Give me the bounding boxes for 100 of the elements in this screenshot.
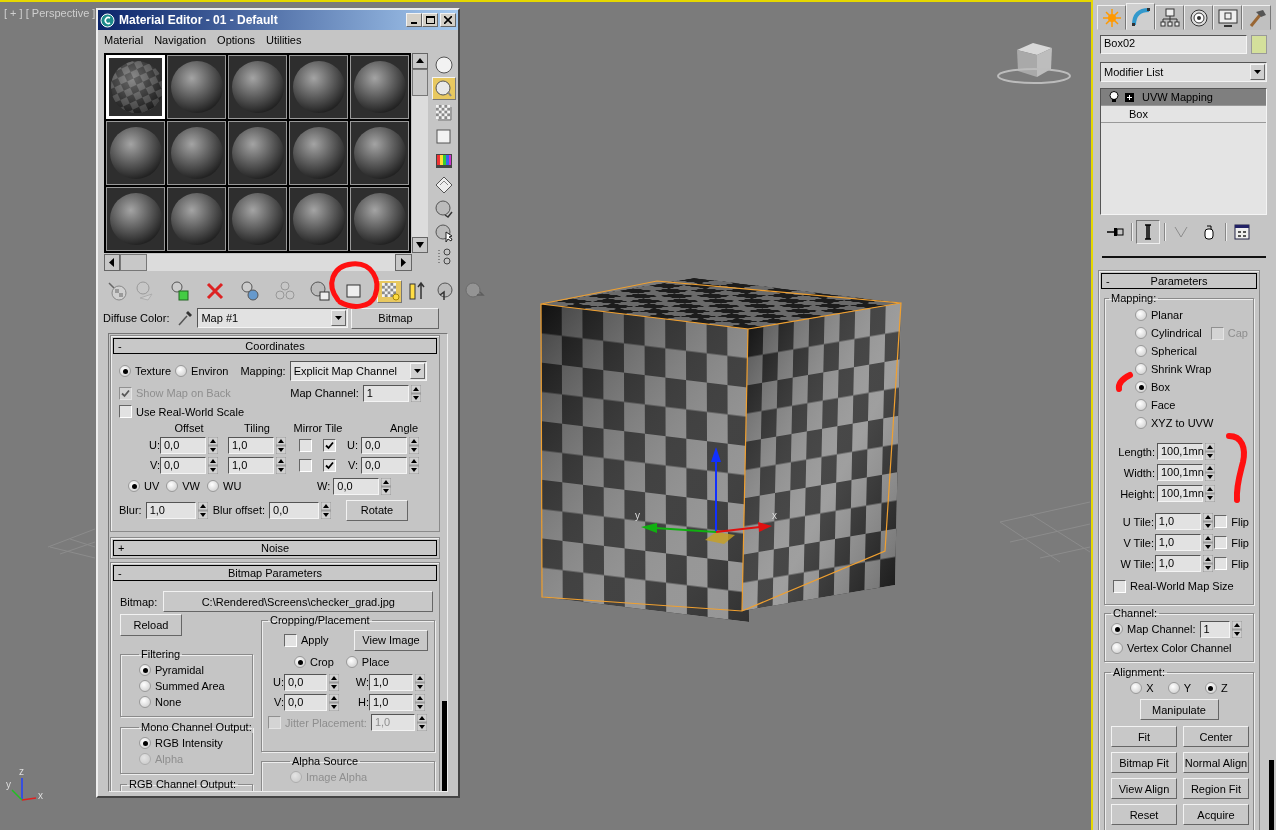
number-field[interactable]: 0,0 (361, 456, 407, 474)
number-field[interactable]: 1 (362, 384, 409, 402)
radio-button[interactable] (166, 480, 179, 492)
map-dropdown[interactable]: Map #1 (197, 308, 349, 328)
bitmap-path-button[interactable]: C:\Rendered\Screens\checker_grad.jpg (163, 591, 434, 612)
minimize-button[interactable] (406, 13, 422, 27)
spinner-button[interactable] (409, 436, 419, 454)
spinner-button[interactable] (329, 693, 339, 711)
number-field[interactable]: 1,0 (145, 501, 196, 519)
number-field[interactable]: 0,0 (160, 436, 206, 454)
rollout-header[interactable]: - Coordinates (113, 338, 437, 354)
number-field[interactable]: 1,0 (1154, 534, 1201, 551)
checkbox[interactable] (323, 458, 336, 472)
monitor-icon[interactable] (1213, 5, 1242, 30)
checkbox[interactable] (1214, 515, 1228, 528)
radio-button[interactable] (345, 656, 358, 668)
radio-button[interactable] (1135, 327, 1147, 339)
radio-button[interactable] (1167, 682, 1180, 694)
spinner-button[interactable] (409, 456, 419, 474)
spinner-button[interactable] (416, 714, 427, 731)
radio-button[interactable] (1111, 623, 1123, 635)
menu-item[interactable]: Options (217, 33, 256, 46)
spinner-button[interactable] (415, 673, 425, 691)
checker-icon[interactable] (377, 279, 402, 303)
alignment-button[interactable]: Normal Align (1183, 752, 1249, 773)
alignment-button[interactable]: Center (1183, 726, 1249, 747)
map-type-button[interactable]: Bitmap (351, 307, 440, 329)
spinner-button[interactable] (1202, 555, 1213, 572)
spinner-button[interactable] (1202, 534, 1213, 551)
rollout-header[interactable]: + Noise (113, 540, 437, 556)
radio-button[interactable] (139, 680, 151, 692)
scrollbar[interactable] (1269, 760, 1274, 830)
number-field[interactable]: 100,1mn (1157, 464, 1203, 481)
spinner-button[interactable] (208, 456, 218, 474)
number-field[interactable]: 1,0 (1154, 513, 1201, 530)
modifier-stack-item[interactable]: Box (1101, 106, 1266, 123)
menu-item[interactable]: Material (104, 33, 144, 46)
sphere-icon[interactable] (432, 53, 456, 76)
hierarchy-icon[interactable] (1155, 5, 1184, 30)
radio-button[interactable] (1135, 399, 1147, 411)
checkbox[interactable] (323, 438, 336, 452)
radio-button[interactable] (139, 664, 151, 676)
number-field[interactable]: 0,0 (361, 436, 407, 454)
expand-icon[interactable] (1125, 92, 1134, 102)
spinner-button[interactable] (1205, 464, 1215, 481)
hammer-icon[interactable] (1242, 5, 1271, 30)
caret-icon[interactable] (331, 310, 347, 326)
modifier-stack-item[interactable]: UVW Mapping (1101, 89, 1266, 106)
radio-button[interactable] (1135, 381, 1147, 393)
number-field[interactable]: 1 (1199, 620, 1230, 638)
end-result-icon[interactable] (1136, 220, 1160, 244)
number-field[interactable]: 0,0 (284, 673, 327, 691)
alignment-button[interactable]: Fit (1111, 726, 1177, 747)
object-name-field[interactable]: Box02 (1100, 35, 1247, 54)
radio-button[interactable] (128, 480, 140, 492)
checkbox[interactable] (1214, 557, 1228, 570)
checkbox[interactable] (284, 633, 297, 647)
checkbox[interactable] (299, 438, 312, 452)
number-field[interactable]: 1,0 (1154, 555, 1201, 572)
caret-icon[interactable] (1250, 64, 1265, 80)
alignment-button[interactable]: Reset (1111, 804, 1177, 825)
rotate-button[interactable]: Rotate (346, 499, 408, 521)
number-field[interactable]: 0,0 (284, 693, 327, 711)
radio-button[interactable] (294, 656, 306, 668)
spinner-button[interactable] (321, 501, 331, 519)
spinner-button[interactable] (1231, 620, 1242, 638)
spinner-button[interactable] (1205, 443, 1215, 460)
radio-button[interactable] (1135, 345, 1147, 357)
rollout-header[interactable]: - Bitmap Parameters (113, 565, 437, 581)
light-bulb-icon[interactable] (1109, 91, 1119, 103)
color-swatch[interactable] (1251, 35, 1267, 54)
alignment-button[interactable]: Bitmap Fit (1111, 752, 1177, 773)
modifier-list-dropdown[interactable]: Modifier List (1100, 62, 1267, 82)
number-field[interactable]: 1,0 (369, 693, 413, 711)
spinner-button[interactable] (381, 477, 392, 495)
number-field[interactable]: 0,0 (269, 501, 319, 519)
radio-button[interactable] (1204, 682, 1217, 694)
number-field[interactable]: 100,1mn (1157, 485, 1203, 502)
view-image-button[interactable]: View Image (354, 629, 428, 651)
spinner-button[interactable] (276, 456, 286, 474)
alignment-button[interactable]: Region Fit (1183, 778, 1249, 799)
sphere-cursor-icon[interactable] (432, 221, 456, 244)
radio-button[interactable] (139, 696, 151, 708)
checkbox[interactable] (119, 405, 132, 418)
number-field[interactable]: 1,0 (228, 436, 274, 454)
number-field[interactable]: 100,1mn (1157, 443, 1203, 460)
menu-item[interactable]: Utilities (266, 33, 302, 46)
reload-button[interactable]: Reload (120, 614, 182, 636)
radio-button[interactable] (1111, 642, 1123, 654)
spinner-button[interactable] (1205, 485, 1215, 502)
menu-item[interactable]: Navigation (154, 33, 207, 46)
radio-button[interactable] (1135, 309, 1147, 321)
spinner-button[interactable] (410, 384, 421, 402)
curve-icon[interactable] (1126, 3, 1155, 30)
checkbox[interactable] (1113, 579, 1126, 593)
alignment-button[interactable]: View Align (1111, 778, 1177, 799)
number-field[interactable]: 0,0 (333, 477, 380, 495)
radio-button[interactable] (1130, 682, 1143, 694)
checkbox[interactable] (299, 458, 312, 472)
sun-icon[interactable] (1097, 5, 1126, 30)
